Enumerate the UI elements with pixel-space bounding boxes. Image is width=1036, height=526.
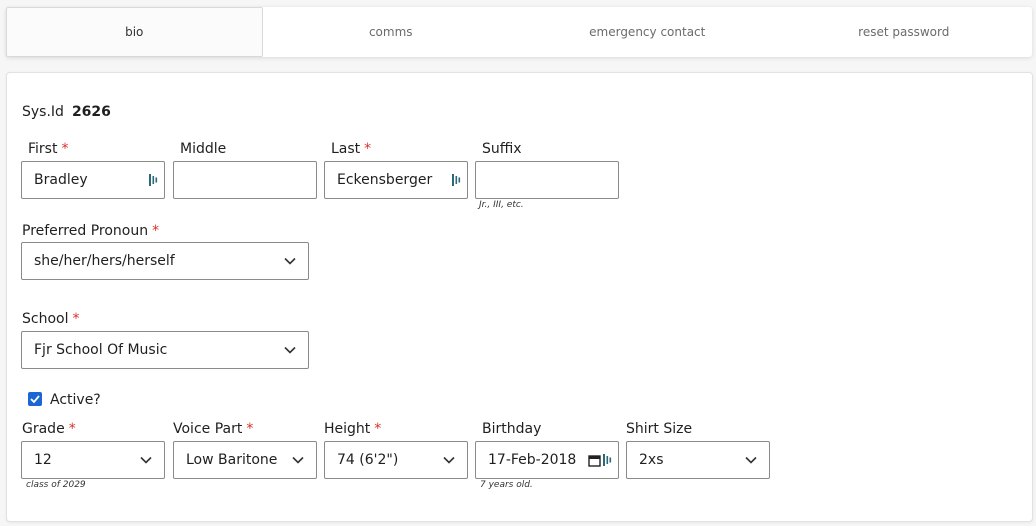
voice-part-label: Voice Part * <box>173 421 253 437</box>
lastpass-icon[interactable] <box>452 173 462 187</box>
birthday-label-text: Birthday <box>482 421 542 437</box>
middle-name-label-text: Middle <box>180 141 227 157</box>
last-name-value: Eckensberger <box>337 172 433 188</box>
checkmark-icon <box>30 395 40 403</box>
active-label: Active? <box>50 392 101 408</box>
tab-comms[interactable]: comms <box>263 7 520 57</box>
school-value: Fjr School Of Music <box>34 342 168 358</box>
grade-hint: class of 2029 <box>26 480 86 490</box>
pronoun-value: she/her/hers/herself <box>34 253 175 269</box>
last-name-label-text: Last <box>331 141 361 157</box>
birthday-hint: 7 years old. <box>480 480 533 490</box>
required-mark: * <box>72 311 80 327</box>
sys-id-label: Sys.Id <box>22 104 64 120</box>
birthday-value: 17-Feb-2018 <box>488 452 577 468</box>
birthday-field[interactable]: 17-Feb-2018 <box>475 441 619 479</box>
last-name-label: Last * <box>331 141 371 157</box>
shirt-size-select[interactable]: 2xs <box>626 441 770 479</box>
middle-name-label: Middle <box>180 141 226 157</box>
chevron-down-icon <box>284 255 296 267</box>
voice-part-value: Low Baritone <box>186 452 278 468</box>
pronoun-label-text: Preferred Pronoun <box>22 223 149 239</box>
grade-label: Grade * <box>22 421 76 437</box>
suffix-hint: Jr., III, etc. <box>479 200 524 210</box>
sys-id-row: Sys.Id 2626 <box>22 104 111 120</box>
first-name-label: First * <box>28 141 68 157</box>
last-name-field[interactable]: Eckensberger <box>324 161 468 199</box>
voice-part-label-text: Voice Part <box>173 421 243 437</box>
shirt-size-label: Shirt Size <box>626 421 692 437</box>
active-checkbox[interactable] <box>28 392 42 406</box>
height-select[interactable]: 74 (6'2") <box>324 441 468 479</box>
tab-reset-password[interactable]: reset password <box>776 7 1033 57</box>
suffix-label-text: Suffix <box>482 141 522 157</box>
lastpass-icon[interactable] <box>149 173 159 187</box>
grade-value: 12 <box>34 452 52 468</box>
required-mark: * <box>374 421 382 437</box>
calendar-icon[interactable] <box>588 454 601 467</box>
middle-name-field[interactable] <box>173 161 317 199</box>
first-name-value: Bradley <box>34 172 88 188</box>
chevron-down-icon <box>443 454 455 466</box>
birthday-label: Birthday <box>482 421 541 437</box>
required-mark: * <box>152 223 160 239</box>
required-mark: * <box>61 141 69 157</box>
pronoun-select[interactable]: she/her/hers/herself <box>21 242 309 280</box>
school-label-text: School <box>22 311 69 327</box>
grade-select[interactable]: 12 <box>21 441 165 479</box>
chevron-down-icon <box>284 344 296 356</box>
grade-label-text: Grade <box>22 421 65 437</box>
chevron-down-icon <box>140 454 152 466</box>
required-mark: * <box>246 421 254 437</box>
shirt-size-value: 2xs <box>639 452 664 468</box>
sys-id-value: 2626 <box>71 104 111 120</box>
required-mark: * <box>68 421 76 437</box>
first-name-field[interactable]: Bradley <box>21 161 165 199</box>
lastpass-icon[interactable] <box>603 453 613 467</box>
pronoun-label: Preferred Pronoun * <box>22 223 159 239</box>
school-label: School * <box>22 311 79 327</box>
tab-bio[interactable]: bio <box>6 7 263 57</box>
height-value: 74 (6'2") <box>337 452 399 468</box>
suffix-field[interactable] <box>475 161 619 199</box>
voice-part-select[interactable]: Low Baritone <box>173 441 317 479</box>
chevron-down-icon <box>292 454 304 466</box>
tab-emergency-contact[interactable]: emergency contact <box>519 7 776 57</box>
shirt-size-label-text: Shirt Size <box>626 421 693 437</box>
tab-bar: bio comms emergency contact reset passwo… <box>6 7 1032 57</box>
suffix-label: Suffix <box>482 141 522 157</box>
required-mark: * <box>364 141 372 157</box>
height-label-text: Height <box>324 421 371 437</box>
first-name-label-text: First <box>28 141 58 157</box>
chevron-down-icon <box>745 454 757 466</box>
height-label: Height * <box>324 421 381 437</box>
school-select[interactable]: Fjr School Of Music <box>21 331 309 369</box>
